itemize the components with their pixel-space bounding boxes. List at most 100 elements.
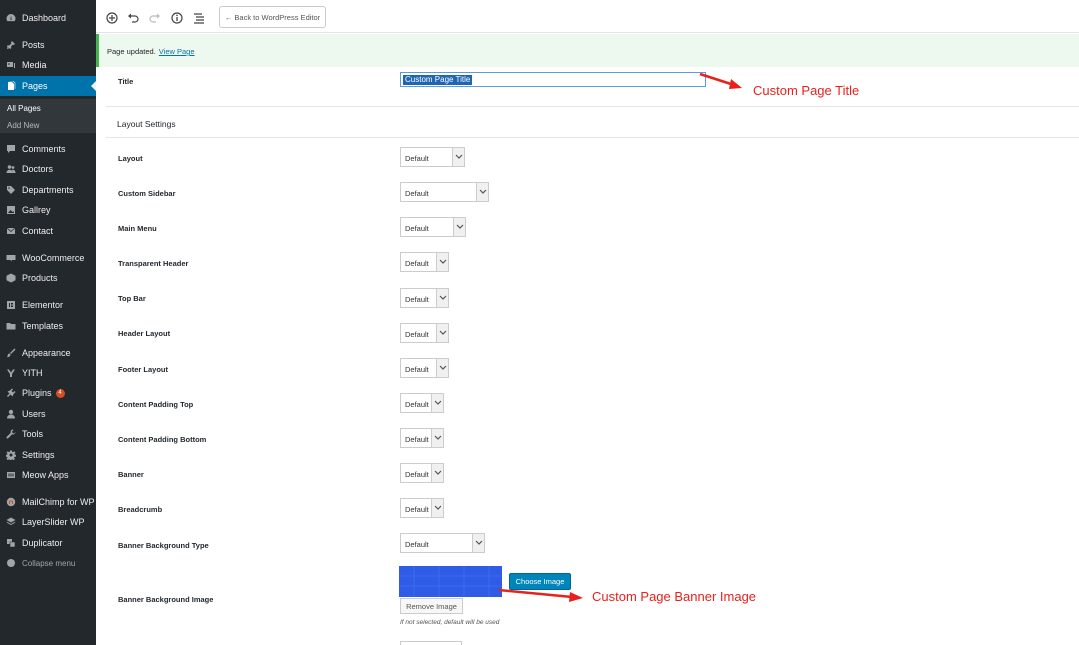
- sidebar-item-yith[interactable]: YITH: [0, 363, 96, 383]
- select-value: Default: [405, 189, 429, 198]
- sidebar-item-layerslider[interactable]: LayerSlider WP: [0, 512, 96, 532]
- sidebar-item-label: Appearance: [22, 348, 71, 358]
- header-layout-select[interactable]: Default: [400, 323, 449, 343]
- woocommerce-icon: [6, 253, 16, 263]
- sidebar-item-label: Contact: [22, 226, 54, 236]
- yith-icon: [6, 368, 16, 378]
- transparent-header-label: Transparent Header: [118, 259, 189, 268]
- sidebar-item-woocommerce[interactable]: WooCommerce: [0, 248, 96, 268]
- top-bar-select[interactable]: Default: [400, 288, 449, 308]
- page-updated-notice: Page updated. View Page: [96, 34, 1079, 67]
- content-padding-bottom-label: Content Padding Bottom: [118, 435, 207, 444]
- banner-image-preview: [399, 566, 502, 597]
- pages-submenu: All Pages Add New: [0, 99, 96, 133]
- sidebar-item-label: WooCommerce: [22, 253, 85, 263]
- sidebar-item-users[interactable]: Users: [0, 404, 96, 424]
- sidebar-item-tools[interactable]: Tools: [0, 424, 96, 444]
- transparent-header-select[interactable]: Default: [400, 252, 449, 272]
- collapse-menu-button[interactable]: Collapse menu: [0, 553, 96, 573]
- next-field-partial: [400, 641, 462, 645]
- notice-text: Page updated. View Page: [107, 47, 195, 56]
- breadcrumb-select[interactable]: Default: [400, 498, 444, 518]
- info-icon[interactable]: [171, 11, 183, 24]
- sidebar-item-mailchimp[interactable]: MailChimp for WP: [0, 492, 96, 512]
- chevron-down-icon: [431, 429, 443, 447]
- collapse-menu-label: Collapse menu: [22, 558, 76, 568]
- sidebar-item-label: Comments: [22, 144, 66, 154]
- sidebar-item-dashboard[interactable]: Dashboard: [0, 8, 96, 28]
- select-value: Default: [405, 224, 429, 233]
- title-input[interactable]: Custom Page Title: [400, 72, 706, 87]
- sidebar-item-products[interactable]: Products: [0, 268, 96, 288]
- banner-background-type-select[interactable]: Default: [400, 533, 485, 553]
- sidebar-item-duplicator[interactable]: Duplicator: [0, 533, 96, 553]
- plugins-update-badge: 4: [55, 389, 65, 399]
- sidebar-item-contact[interactable]: Contact: [0, 221, 96, 241]
- sidebar-item-departments[interactable]: Departments: [0, 180, 96, 200]
- banner-annotation-arrow: [498, 588, 583, 602]
- sidebar-item-gallrey[interactable]: Gallrey: [0, 200, 96, 220]
- sidebar-item-appearance[interactable]: Appearance: [0, 343, 96, 363]
- banner-background-type-label: Banner Background Type: [118, 541, 209, 550]
- sidebar-item-label: Templates: [22, 321, 64, 331]
- pin-icon: [6, 40, 16, 50]
- select-value: Default: [405, 505, 429, 514]
- undo-icon[interactable]: [127, 11, 139, 23]
- sidebar-item-meow-apps[interactable]: Meow Apps: [0, 465, 96, 485]
- tag-icon: [6, 185, 16, 195]
- plugins-label: Plugins: [22, 387, 52, 398]
- settings-icon: [6, 450, 16, 460]
- sidebar-item-doctors[interactable]: Doctors: [0, 159, 96, 179]
- content-padding-bottom-select[interactable]: Default: [400, 428, 444, 448]
- chevron-down-icon: [431, 394, 443, 412]
- layout-label: Layout: [118, 154, 143, 163]
- sidebar-item-pages[interactable]: Pages: [0, 76, 96, 96]
- select-value: Default: [405, 259, 429, 268]
- wrench-icon: [6, 429, 16, 439]
- submenu-add-new[interactable]: Add New: [7, 121, 39, 130]
- select-value: Default: [405, 540, 429, 549]
- sidebar-item-posts[interactable]: Posts: [0, 35, 96, 55]
- chevron-down-icon: [436, 289, 448, 307]
- sidebar-item-label: MailChimp for WP: [22, 497, 95, 507]
- sidebar-item-comments[interactable]: Comments: [0, 139, 96, 159]
- layout-select[interactable]: Default: [400, 147, 465, 167]
- sidebar-item-templates[interactable]: Templates: [0, 316, 96, 336]
- sidebar-item-plugins[interactable]: Plugins 4: [0, 383, 96, 403]
- outline-icon[interactable]: [193, 11, 205, 24]
- comment-icon: [6, 144, 16, 154]
- remove-image-button[interactable]: Remove Image: [400, 598, 463, 614]
- banner-select[interactable]: Default: [400, 463, 444, 483]
- main-menu-select[interactable]: Default: [400, 217, 466, 237]
- select-value: Default: [405, 365, 429, 374]
- select-value: Default: [405, 470, 429, 479]
- plugin-icon: [6, 388, 16, 398]
- breadcrumb-label: Breadcrumb: [118, 505, 163, 514]
- custom-sidebar-select[interactable]: Default: [400, 182, 489, 202]
- archive-icon: [6, 273, 16, 283]
- sidebar-item-settings[interactable]: Settings: [0, 445, 96, 465]
- gallery-icon: [6, 205, 16, 215]
- chevron-down-icon: [436, 253, 448, 271]
- sidebar-item-label: Duplicator: [22, 538, 63, 548]
- content-padding-top-select[interactable]: Default: [400, 393, 444, 413]
- sidebar-item-label: Settings: [22, 450, 55, 460]
- sidebar-item-label: Users: [22, 409, 46, 419]
- sidebar-item-media[interactable]: Media: [0, 55, 96, 75]
- chevron-down-icon: [431, 464, 443, 482]
- group-icon: [6, 164, 16, 174]
- view-page-link[interactable]: View Page: [159, 47, 195, 56]
- chevron-down-icon: [453, 218, 465, 236]
- sidebar-item-label: Media: [22, 60, 47, 70]
- select-value: Default: [405, 154, 429, 163]
- sidebar-item-elementor[interactable]: Elementor: [0, 295, 96, 315]
- redo-icon[interactable]: [149, 11, 161, 23]
- submenu-all-pages[interactable]: All Pages: [7, 104, 41, 113]
- banner-annotation: Custom Page Banner Image: [592, 589, 757, 604]
- elementor-icon: [6, 300, 16, 310]
- chevron-down-icon: [452, 148, 464, 166]
- select-value: Default: [405, 400, 429, 409]
- footer-layout-select[interactable]: Default: [400, 358, 449, 378]
- back-to-wordpress-editor-button[interactable]: ← Back to WordPress Editor: [219, 6, 326, 28]
- add-block-icon[interactable]: [106, 11, 118, 24]
